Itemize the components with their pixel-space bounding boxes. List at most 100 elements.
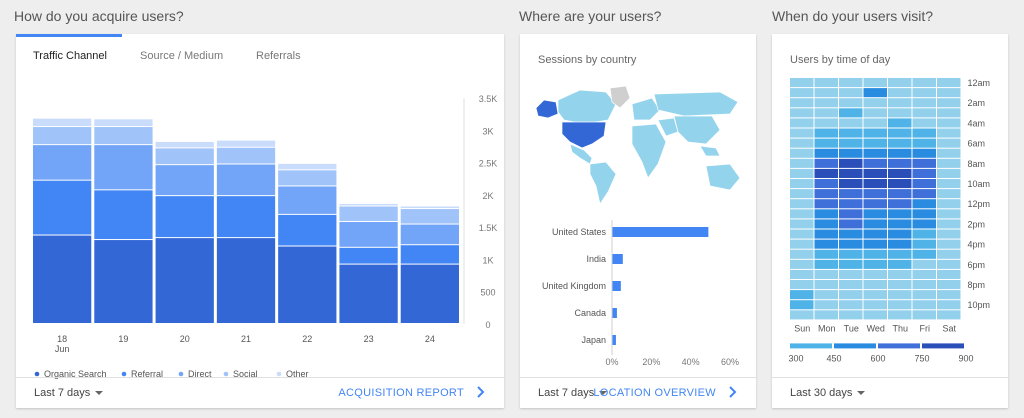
world-map[interactable] (534, 86, 746, 206)
heatmap-cell (937, 199, 961, 209)
bar-segment (278, 170, 337, 186)
heatmap-cell (912, 300, 936, 310)
heatmap-cell (937, 179, 961, 189)
heatmap-cell (814, 179, 838, 189)
location-overview-link[interactable]: LOCATION OVERVIEW (593, 387, 716, 399)
heatmap-cell (912, 310, 936, 320)
day-label: Fri (920, 323, 931, 333)
heatmap-cell (790, 189, 814, 199)
bar-segment (33, 180, 92, 235)
caret-down-icon (857, 391, 866, 396)
legend-marker (276, 371, 282, 377)
day-label: Sat (942, 323, 956, 333)
y-tick-label: 2.5K (479, 159, 498, 169)
bar-segment (400, 245, 459, 264)
heatmap-cell (937, 168, 961, 178)
y-tick-label: 3.5K (479, 94, 498, 104)
time-footer: Last 30 days (772, 377, 1008, 408)
heatmap-cell (790, 310, 814, 320)
x-tick-label: 40% (682, 357, 700, 367)
heatmap-cell (912, 138, 936, 148)
day-label: Sun (794, 323, 810, 333)
legend-tick-label: 450 (826, 353, 841, 363)
heatmap-cell (863, 209, 887, 219)
hour-label: 10pm (968, 300, 991, 310)
heatmap-cell (912, 269, 936, 279)
bar-segment (155, 148, 214, 165)
chevron-right-icon[interactable] (474, 383, 488, 401)
heatmap-cell (912, 209, 936, 219)
heatmap-cell (912, 199, 936, 209)
acquisition-tabs: Traffic Channel Source / Medium Referral… (16, 34, 504, 74)
heatmap-cell (790, 209, 814, 219)
country-bar (612, 227, 709, 237)
heatmap-cell (839, 310, 863, 320)
heatmap-cell (937, 118, 961, 128)
hour-label: 4am (968, 118, 986, 128)
map-region (557, 89, 617, 125)
map-region (631, 123, 667, 179)
time-date-range-dropdown[interactable]: Last 30 days (790, 387, 866, 399)
heatmap-cell (814, 310, 838, 320)
bar-segment (216, 164, 276, 196)
heatmap-cell (888, 249, 912, 259)
heatmap-cell (839, 189, 863, 199)
country-label: United States (552, 227, 607, 237)
heatmap-cell (790, 168, 814, 178)
heatmap-cell (888, 229, 912, 239)
bar-segment (400, 264, 459, 323)
legend-tick-label: 300 (788, 353, 803, 363)
heatmap-cell (912, 98, 936, 108)
bar-segment (94, 240, 153, 323)
heatmap-cell (912, 249, 936, 259)
time-subtitle: Users by time of day (790, 54, 891, 66)
acquisition-report-link[interactable]: ACQUISITION REPORT (338, 387, 464, 399)
bar-segment (339, 264, 398, 323)
heatmap-cell (912, 229, 936, 239)
heatmap-cell (888, 179, 912, 189)
heatmap-cell (888, 189, 912, 199)
y-tick-label: 3K (482, 126, 493, 136)
heatmap-cell (790, 118, 814, 128)
heatmap-cell (912, 168, 936, 178)
map-region (653, 91, 739, 117)
heatmap-cell (790, 290, 814, 300)
where-section-title: Where are your users? (519, 8, 662, 24)
heatmap-cell (863, 249, 887, 259)
bar-segment (278, 246, 337, 323)
bar-segment (339, 203, 398, 206)
heatmap-cell (863, 280, 887, 290)
bar-segment (33, 145, 92, 180)
heatmap-cell (814, 219, 838, 229)
acquisition-date-range-dropdown[interactable]: Last 7 days (34, 387, 104, 399)
heatmap-cell (839, 128, 863, 138)
heatmap-cell (863, 78, 887, 88)
legend-swatch (922, 343, 964, 349)
bar-segment (400, 209, 459, 224)
x-tick-label: 20% (642, 357, 660, 367)
hour-label: 8pm (968, 280, 986, 290)
heatmap-cell (863, 290, 887, 300)
heatmap-cell (937, 219, 961, 229)
heatmap-cell (863, 310, 887, 320)
y-tick-label: 1K (482, 255, 493, 265)
tab-referrals[interactable]: Referrals (256, 50, 301, 62)
bar-segment (216, 196, 276, 238)
bar-segment (216, 238, 276, 323)
heatmap-cell (839, 168, 863, 178)
heatmap-cell (937, 239, 961, 249)
y-tick-label: 500 (480, 288, 495, 298)
heatmap-cell (937, 88, 961, 98)
heatmap-cell (912, 128, 936, 138)
heatmap-cell (937, 128, 961, 138)
heatmap-cell (912, 219, 936, 229)
heatmap-cell (912, 179, 936, 189)
bar-segment (216, 147, 276, 164)
tab-source-medium[interactable]: Source / Medium (140, 50, 223, 62)
legend-tick-label: 750 (914, 353, 929, 363)
tab-traffic-channel[interactable]: Traffic Channel (33, 50, 107, 62)
chevron-right-icon[interactable] (726, 383, 740, 401)
legend-swatch (878, 343, 920, 349)
legend-marker (121, 371, 127, 377)
heatmap-cell (839, 98, 863, 108)
